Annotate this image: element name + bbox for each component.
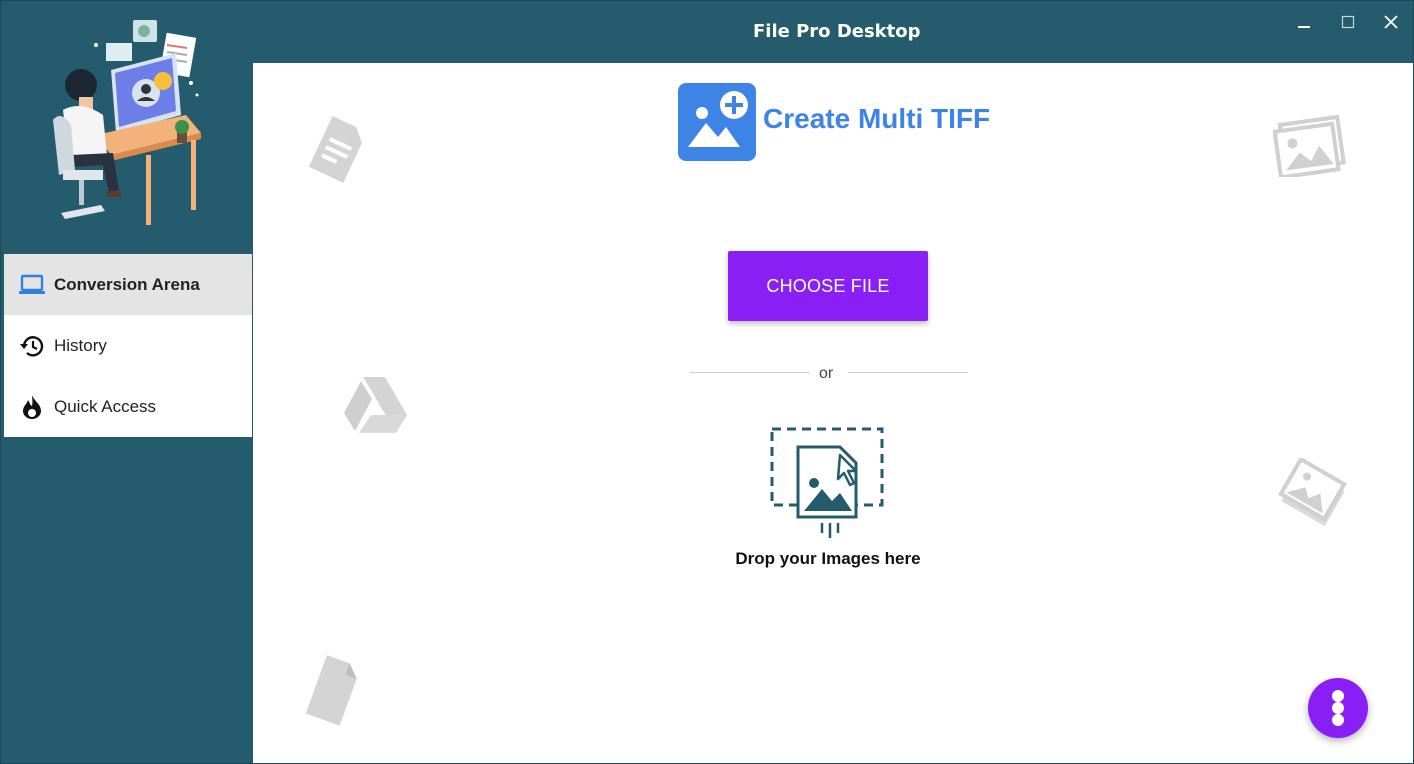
page-title: Create Multi TIFF xyxy=(763,103,991,134)
sidebar-item-label: History xyxy=(54,335,107,355)
laptop-icon xyxy=(18,271,46,299)
divider-right xyxy=(848,372,968,373)
maximize-button[interactable] xyxy=(1334,11,1362,33)
minimize-button[interactable] xyxy=(1290,11,1318,33)
drop-zone-label: Drop your Images here xyxy=(735,549,921,568)
flame-icon xyxy=(18,393,46,421)
document-icon xyxy=(308,116,362,183)
title-bar: File Pro Desktop xyxy=(1,1,1413,63)
vertical-dot xyxy=(1332,702,1344,714)
window-title: File Pro Desktop xyxy=(753,21,921,42)
image-stack-icon xyxy=(1278,458,1347,527)
vertical-dots-icon xyxy=(1332,690,1344,702)
drive-icon xyxy=(344,377,407,433)
drop-zone[interactable] xyxy=(768,425,888,545)
file-icon xyxy=(305,655,357,726)
maximize-icon xyxy=(1341,15,1355,29)
add-image-icon xyxy=(678,83,756,161)
sidebar: Conversion Arena History Quick Access xyxy=(1,1,253,763)
sidebar-nav: Conversion Arena History Quick Access xyxy=(4,254,252,437)
sidebar-item-quick-access[interactable]: Quick Access xyxy=(4,376,252,437)
divider-left xyxy=(690,372,810,373)
close-button[interactable] xyxy=(1377,11,1405,33)
close-icon xyxy=(1384,15,1398,29)
vertical-dot xyxy=(1332,714,1344,726)
minimize-icon xyxy=(1298,26,1310,28)
sidebar-item-history[interactable]: History xyxy=(4,315,252,376)
or-label: or xyxy=(819,365,834,382)
conversion-area: Create Multi TIFF CHOOSE FILE or Drop yo… xyxy=(253,63,1413,763)
choose-file-button[interactable]: CHOOSE FILE xyxy=(728,251,928,321)
drop-image-icon xyxy=(770,427,884,538)
sidebar-item-label: Conversion Arena xyxy=(54,274,200,294)
more-options-button[interactable] xyxy=(1308,678,1368,738)
photos-icon xyxy=(1273,115,1346,177)
app-window: Conversion Arena History Quick Access Fi… xyxy=(0,0,1414,764)
sidebar-item-conversion-arena[interactable]: Conversion Arena xyxy=(4,254,252,315)
history-icon xyxy=(18,332,46,360)
sidebar-item-label: Quick Access xyxy=(54,396,157,416)
